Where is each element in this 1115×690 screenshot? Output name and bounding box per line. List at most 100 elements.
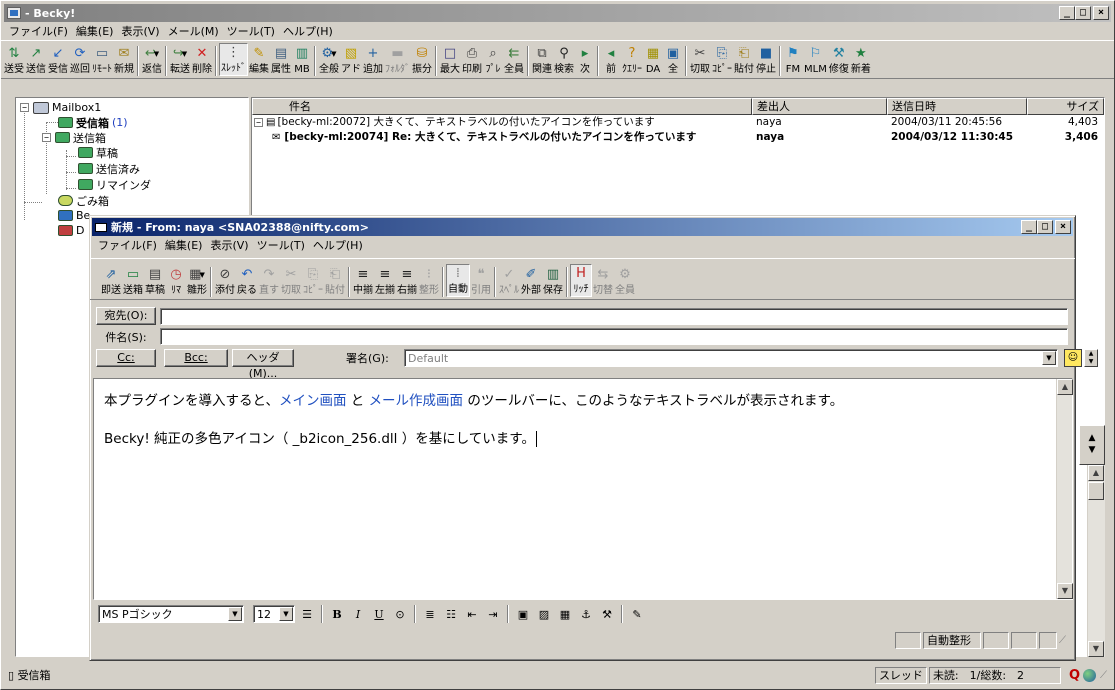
insert-picture-icon[interactable]: ▨	[535, 605, 553, 623]
compose-toolbar-outbox-button[interactable]: ▭ 送箱	[122, 266, 144, 297]
main-toolbar-reply-button[interactable]: ↩ ▼ 返信	[141, 45, 163, 76]
thread-collapse-icon[interactable]: −	[254, 118, 263, 127]
compose-menu-3[interactable]: ツール(T)	[253, 237, 309, 253]
compose-toolbar-format-button[interactable]: ⁝ 整形	[418, 266, 440, 297]
compose-toolbar-quote-button[interactable]: ❝ 引用	[470, 266, 492, 297]
compose-menu-1[interactable]: 編集(E)	[161, 237, 207, 253]
body-scroll-down-icon[interactable]: ▼	[1057, 583, 1073, 599]
compose-toolbar-external-editor-button[interactable]: ✐ 外部	[520, 266, 542, 297]
compose-toolbar-align-right-button[interactable]: ≡ 右揃	[396, 266, 418, 297]
tree-folder-d[interactable]: D	[58, 223, 84, 238]
signature-select[interactable]: Default ▼	[404, 349, 1058, 367]
tree-outbox[interactable]: − 送信箱	[42, 130, 106, 145]
compose-toolbar-reminder-button[interactable]: ◷ ﾘﾏ	[166, 266, 186, 297]
main-toolbar-thread-button[interactable]: ⋮ ｽﾚｯﾄﾞ	[219, 43, 248, 76]
cc-button[interactable]: Cc:	[96, 349, 156, 367]
compose-size-grip-icon[interactable]: ⟋	[1059, 635, 1073, 646]
main-toolbar-fm-button[interactable]: ⚑ FM	[783, 45, 803, 76]
compose-toolbar-cut-button[interactable]: ✂ 切取	[280, 266, 302, 297]
table-row[interactable]: − ▤ [becky-ml:20072] 大きくて、テキストラベルの付いたアイコ…	[252, 115, 1104, 130]
main-toolbar-forward-button[interactable]: ↪ ▼ 転送	[169, 45, 191, 76]
compose-toolbar-undo-button[interactable]: ↶ 戻る	[236, 266, 258, 297]
to-button[interactable]: 宛先(O):	[96, 307, 156, 325]
main-toolbar-maximize-button[interactable]: □ 最大	[439, 45, 461, 76]
bcc-button[interactable]: Bcc:	[164, 349, 228, 367]
dropdown-arrow-icon[interactable]: ▼	[182, 45, 187, 63]
anchor-icon[interactable]: ⚓	[577, 605, 595, 623]
main-menu-1[interactable]: 編集(E)	[72, 23, 118, 39]
main-menu-2[interactable]: 表示(V)	[117, 23, 163, 39]
edit-html-icon[interactable]: ✎	[628, 605, 646, 623]
compose-toolbar-align-left-button[interactable]: ≡ 左揃	[374, 266, 396, 297]
compose-menu-2[interactable]: 表示(V)	[206, 237, 252, 253]
numbered-list-icon[interactable]: ≣	[421, 605, 439, 623]
insert-table-icon[interactable]: ▦	[556, 605, 574, 623]
main-toolbar-patrol-button[interactable]: ⟳ 巡回	[69, 45, 91, 76]
compose-toolbar-paste-button[interactable]: ⎗ 貼付	[324, 266, 346, 297]
main-menu-0[interactable]: ファイル(F)	[5, 23, 72, 39]
main-toolbar-select-all-button[interactable]: ▣ 全	[663, 45, 683, 76]
scroll-thumb[interactable]	[1088, 482, 1104, 500]
compose-toolbar-template-button[interactable]: ▦ ▼ 雛形	[186, 266, 208, 297]
main-toolbar-print-button[interactable]: ⎙ 印刷	[461, 45, 483, 76]
main-toolbar-related-button[interactable]: ⧉ 関連	[531, 45, 553, 76]
pane-splitter-arrows-icon[interactable]: ▲ ▼	[1079, 425, 1105, 465]
spin-icon[interactable]: ▲ ▼	[1084, 349, 1098, 367]
main-toolbar-delete-button[interactable]: ✕ 削除	[191, 45, 213, 76]
main-toolbar-receive-button[interactable]: ↙ 受信	[47, 45, 69, 76]
main-toolbar-next-button[interactable]: ▸ 次	[575, 45, 595, 76]
main-menu-3[interactable]: メール(M)	[164, 23, 223, 39]
main-toolbar-send-receive-button[interactable]: ⇅ 送受	[3, 45, 25, 76]
subject-input[interactable]	[160, 328, 1068, 345]
compose-menu-4[interactable]: ヘルプ(H)	[309, 237, 367, 253]
main-toolbar-repair-button[interactable]: ⚒ 修復	[828, 45, 850, 76]
indent-icon[interactable]: ⇥	[484, 605, 502, 623]
underline-icon[interactable]: U	[370, 605, 388, 623]
header-button[interactable]: ヘッダ(M)...	[232, 349, 294, 380]
main-toolbar-search-button[interactable]: ⚲ 検索	[553, 45, 575, 76]
column-from[interactable]: 差出人	[752, 98, 887, 115]
main-toolbar-remote-button[interactable]: ▭ ﾘﾓｰﾄ	[91, 45, 113, 76]
compose-maximize-button[interactable]: □	[1037, 220, 1053, 234]
chevron-down-icon[interactable]: ▼	[1042, 351, 1056, 365]
main-toolbar-folder-button[interactable]: ▬ ﾌｫﾙﾀﾞ	[384, 45, 411, 76]
to-input[interactable]	[160, 307, 1068, 325]
tree-reminder[interactable]: リマインダ	[78, 177, 151, 192]
main-toolbar-query-button[interactable]: ? ｸｴﾘｰ	[621, 45, 643, 76]
dropdown-arrow-icon[interactable]: ▼	[154, 45, 159, 63]
main-toolbar-copy-button[interactable]: ⎘ ｺﾋﾟｰ	[711, 45, 733, 76]
main-toolbar-new-arrival-button[interactable]: ★ 新着	[850, 45, 872, 76]
compose-menu-0[interactable]: ファイル(F)	[94, 237, 161, 253]
compose-toolbar-all-button[interactable]: ⚙ 全員	[614, 266, 636, 297]
bold-icon[interactable]: B	[328, 605, 346, 623]
main-toolbar-address-book-button[interactable]: ▧ アド	[340, 45, 362, 76]
compose-toolbar-rich-text-button[interactable]: H ﾘｯﾁ	[570, 264, 592, 297]
compose-toolbar-align-center-button[interactable]: ≡ 中揃	[352, 266, 374, 297]
main-toolbar-edit-button[interactable]: ✎ 編集	[248, 45, 270, 76]
main-toolbar-add-button[interactable]: + 追加	[362, 45, 384, 76]
font-color-icon[interactable]: ⊙	[391, 605, 409, 623]
tree-sent[interactable]: 送信済み	[78, 161, 140, 176]
main-titlebar[interactable]: - Becky! _ □ ×	[4, 4, 1111, 22]
column-size[interactable]: サイズ	[1027, 98, 1104, 115]
maximize-button[interactable]: □	[1075, 6, 1091, 20]
message-body-editor[interactable]: 本プラグインを導入すると、メイン画面 と メール作成画面 のツールバーに、このよ…	[93, 378, 1073, 600]
paragraph-icon[interactable]: ☰	[298, 605, 316, 623]
tree-mailbox1[interactable]: − Mailbox1	[20, 100, 101, 115]
smiley-icon[interactable]: ☺	[1064, 349, 1082, 367]
tree-folder-be[interactable]: Be	[58, 208, 90, 223]
tree-trash[interactable]: ごみ箱	[58, 193, 109, 208]
scroll-down-icon[interactable]: ▼	[1088, 641, 1104, 657]
main-toolbar-new-mail-button[interactable]: ✉ 新規	[113, 45, 135, 76]
minimize-button[interactable]: _	[1059, 6, 1075, 20]
table-row[interactable]: ✉ [becky-ml:20074] Re: 大きくて、テキストラベルの付いたア…	[252, 130, 1104, 145]
main-toolbar-mlm-button[interactable]: ⚐ MLM	[803, 45, 828, 76]
close-button[interactable]: ×	[1093, 6, 1109, 20]
compose-minimize-button[interactable]: _	[1021, 220, 1037, 234]
main-toolbar-reply-all-button[interactable]: ⇇ 全員	[503, 45, 525, 76]
main-toolbar-properties-button[interactable]: ▤ 属性	[270, 45, 292, 76]
main-toolbar-send-button[interactable]: ↗ 送信	[25, 45, 47, 76]
font-size-dropdown-icon[interactable]: ▼	[279, 607, 293, 621]
compose-toolbar-spell-button[interactable]: ✓ ｽﾍﾟﾙ	[498, 266, 520, 297]
tree-inbox[interactable]: 受信箱 (1)	[58, 115, 128, 130]
